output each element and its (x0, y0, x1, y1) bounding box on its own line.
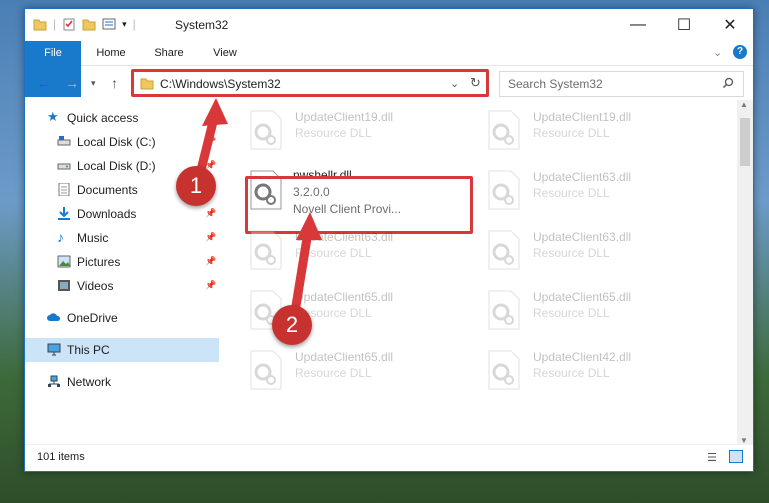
step-2-badge: 2 (272, 305, 312, 345)
arrow-2-shaft (290, 227, 313, 317)
step-1-badge: 1 (176, 166, 216, 206)
arrow-2-head (296, 212, 322, 240)
arrow-1-head (202, 98, 228, 126)
annotation-arrows (193, 98, 322, 317)
